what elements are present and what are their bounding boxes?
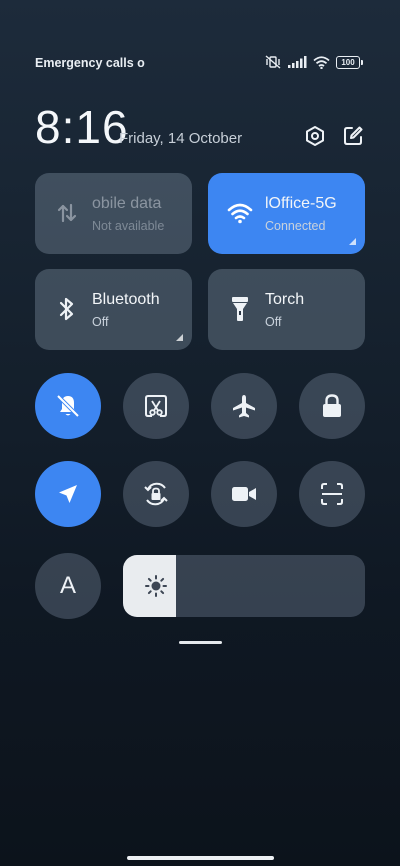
font-size-button[interactable]: A [35, 553, 101, 619]
rotation-lock-icon [144, 482, 168, 506]
torch-status: Off [265, 315, 282, 329]
wifi-status: Connected [265, 219, 326, 233]
bluetooth-status: Off [92, 315, 109, 329]
location-icon [59, 485, 77, 503]
flashlight-icon [226, 295, 254, 323]
wifi-expand-corner[interactable] [349, 238, 356, 245]
home-indicator[interactable] [127, 856, 274, 860]
lock-icon [323, 394, 341, 417]
lock-screen-toggle[interactable] [299, 373, 365, 439]
screenshot-toggle[interactable] [123, 373, 189, 439]
sun-icon [144, 574, 168, 598]
signal-icon [288, 56, 307, 68]
mobile-data-tile[interactable]: obile data Not available [35, 173, 192, 254]
silent-mode-toggle[interactable] [35, 373, 101, 439]
bluetooth-icon [53, 295, 81, 323]
torch-tile[interactable]: Torch Off [208, 269, 365, 350]
vibrate-silent-icon [264, 55, 282, 69]
control-center-header: 8:16 Friday, 14 October [35, 100, 365, 160]
battery-level: 100 [336, 55, 360, 69]
scanner-icon [321, 483, 343, 505]
data-transfer-icon [53, 199, 81, 227]
edit-icon [344, 126, 363, 145]
screen-recorder-toggle[interactable] [211, 461, 277, 527]
clock: 8:16 [35, 101, 129, 153]
font-size-label: A [59, 572, 76, 599]
status-icons: 100 [264, 55, 363, 69]
mobile-data-title: obile data [92, 195, 162, 212]
emergency-calls-text: Emergency calls o [35, 56, 145, 70]
settings-hexagon-icon [306, 126, 324, 146]
bluetooth-expand-corner[interactable] [176, 334, 183, 341]
screen-record-icon [232, 487, 256, 501]
date: Friday, 14 October [119, 130, 243, 147]
bluetooth-tile[interactable]: Bluetooth Off [35, 269, 192, 350]
airplane-mode-toggle[interactable] [211, 373, 277, 439]
wifi-icon [313, 55, 330, 69]
brightness-slider[interactable] [123, 555, 365, 617]
expand-handle[interactable] [179, 641, 222, 644]
location-toggle[interactable] [35, 461, 101, 527]
battery-icon: 100 [336, 55, 363, 69]
scanner-toggle[interactable] [299, 461, 365, 527]
airplane-icon [233, 395, 255, 418]
edit-button[interactable] [341, 124, 365, 148]
rotation-lock-toggle[interactable] [123, 461, 189, 527]
mobile-data-status: Not available [92, 219, 165, 233]
silent-mode-icon [56, 394, 80, 418]
bluetooth-title: Bluetooth [92, 291, 160, 308]
battery-tip [361, 59, 363, 65]
wifi-icon [226, 199, 254, 227]
screenshot-icon [145, 395, 167, 417]
settings-button[interactable] [303, 124, 327, 148]
wifi-tile[interactable]: lOffice-5G Connected [208, 173, 365, 254]
torch-title: Torch [265, 291, 305, 308]
wifi-network-name: lOffice-5G [265, 195, 337, 212]
